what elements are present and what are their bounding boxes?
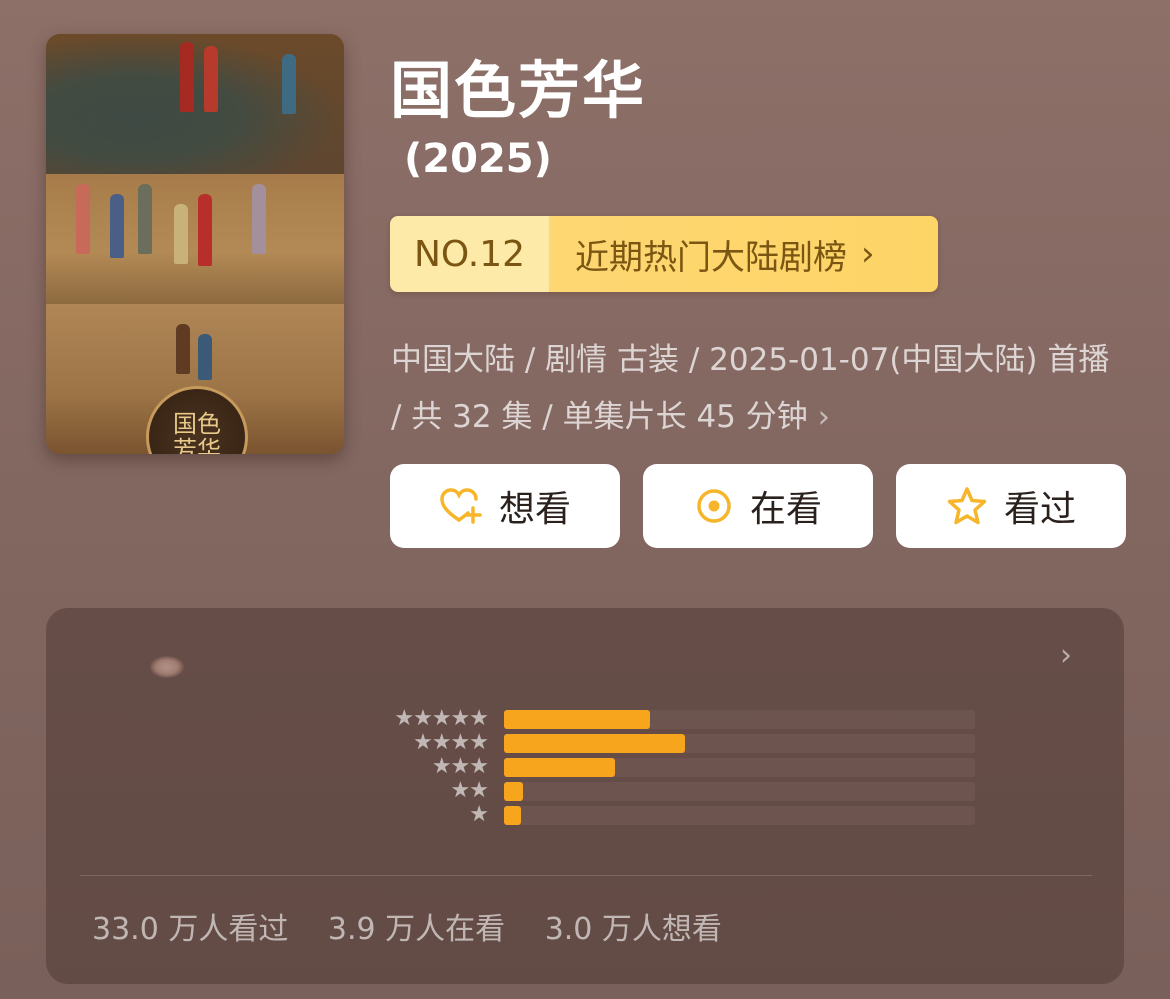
show-info[interactable]: 中国大陆 / 剧情 古装 / 2025-01-07(中国大陆) 首播 / 共 3… bbox=[391, 332, 1121, 446]
want-count: 3.0 万人想看 bbox=[544, 912, 722, 947]
poster-scene-middle bbox=[46, 174, 344, 304]
rank-number: NO.12 bbox=[390, 216, 549, 292]
rating-bar-fill bbox=[504, 806, 521, 825]
heart-plus-icon bbox=[439, 486, 483, 526]
target-circle-icon bbox=[694, 486, 734, 526]
watched-button[interactable]: 看过 bbox=[896, 464, 1126, 548]
rating-logo-icon bbox=[150, 656, 184, 678]
want-to-watch-button[interactable]: 想看 bbox=[390, 464, 620, 548]
rating-bar-fill bbox=[504, 758, 615, 777]
page-title: 国色芳华 bbox=[390, 54, 647, 127]
rating-row-4: ★★★★ bbox=[46, 730, 1124, 755]
rating-bar-fill bbox=[504, 734, 686, 753]
poster-figure bbox=[198, 194, 212, 266]
poster-seal-text: 国色芳华 bbox=[173, 410, 221, 454]
watched-label: 看过 bbox=[1003, 489, 1076, 530]
rank-list-name: 近期热门大陆剧榜 bbox=[575, 237, 847, 278]
watching-label: 在看 bbox=[749, 489, 822, 530]
rating-bar-track bbox=[504, 734, 975, 753]
audience-stats: 33.0 万人看过 3.9 万人在看 3.0 万人想看 bbox=[92, 904, 752, 948]
poster-figure bbox=[204, 46, 218, 112]
poster-figure bbox=[76, 184, 90, 254]
divider bbox=[80, 875, 1092, 876]
poster-image[interactable]: 国色芳华 bbox=[46, 34, 344, 454]
rating-row-3: ★★★ bbox=[46, 754, 1124, 779]
poster-figure bbox=[180, 42, 194, 112]
watching-button[interactable]: 在看 bbox=[643, 464, 873, 548]
rating-row-5: ★★★★★ bbox=[46, 706, 1124, 731]
poster-figure bbox=[110, 194, 124, 258]
show-info-text: 中国大陆 / 剧情 古装 / 2025-01-07(中国大陆) 首播 / 共 3… bbox=[391, 342, 1110, 435]
rating-bar-track bbox=[504, 758, 975, 777]
rating-bar-track bbox=[504, 710, 975, 729]
star-outline-icon bbox=[946, 486, 988, 526]
poster-figure bbox=[252, 184, 266, 254]
poster-scene-top bbox=[46, 34, 344, 174]
poster-figure bbox=[138, 184, 152, 254]
star-rating-icon: ★★★★ bbox=[413, 730, 489, 755]
rating-card[interactable]: › ★★★★★ ★★★★ ★★★ ★★ ★ 33.0 万人看过 3.9 万人在看… bbox=[46, 608, 1124, 984]
ranking-badge[interactable]: NO.12 近期热门大陆剧榜 › bbox=[390, 216, 938, 292]
watched-count: 33.0 万人看过 bbox=[92, 912, 289, 947]
rank-list-link[interactable]: 近期热门大陆剧榜 › bbox=[549, 216, 938, 292]
release-year: (2025) bbox=[404, 136, 552, 182]
chevron-right-icon: › bbox=[817, 399, 831, 435]
poster-figure bbox=[198, 334, 212, 380]
watching-count: 3.9 万人在看 bbox=[327, 912, 506, 947]
rating-row-2: ★★ bbox=[46, 778, 1124, 803]
rating-bar-fill bbox=[504, 782, 523, 801]
star-rating-icon: ★★ bbox=[450, 778, 489, 803]
chevron-right-icon: › bbox=[861, 234, 875, 274]
chevron-right-icon[interactable]: › bbox=[1060, 638, 1072, 673]
poster-figure bbox=[282, 54, 296, 114]
rating-bar-fill bbox=[504, 710, 650, 729]
star-rating-icon: ★ bbox=[469, 802, 489, 827]
star-rating-icon: ★★★ bbox=[431, 754, 489, 779]
poster-figure bbox=[174, 204, 188, 264]
poster-figure bbox=[176, 324, 190, 374]
star-rating-icon: ★★★★★ bbox=[394, 706, 489, 731]
rating-bar-track bbox=[504, 782, 975, 801]
rating-bar-track bbox=[504, 806, 975, 825]
want-to-watch-label: 想看 bbox=[498, 489, 571, 530]
rating-row-1: ★ bbox=[46, 802, 1124, 827]
